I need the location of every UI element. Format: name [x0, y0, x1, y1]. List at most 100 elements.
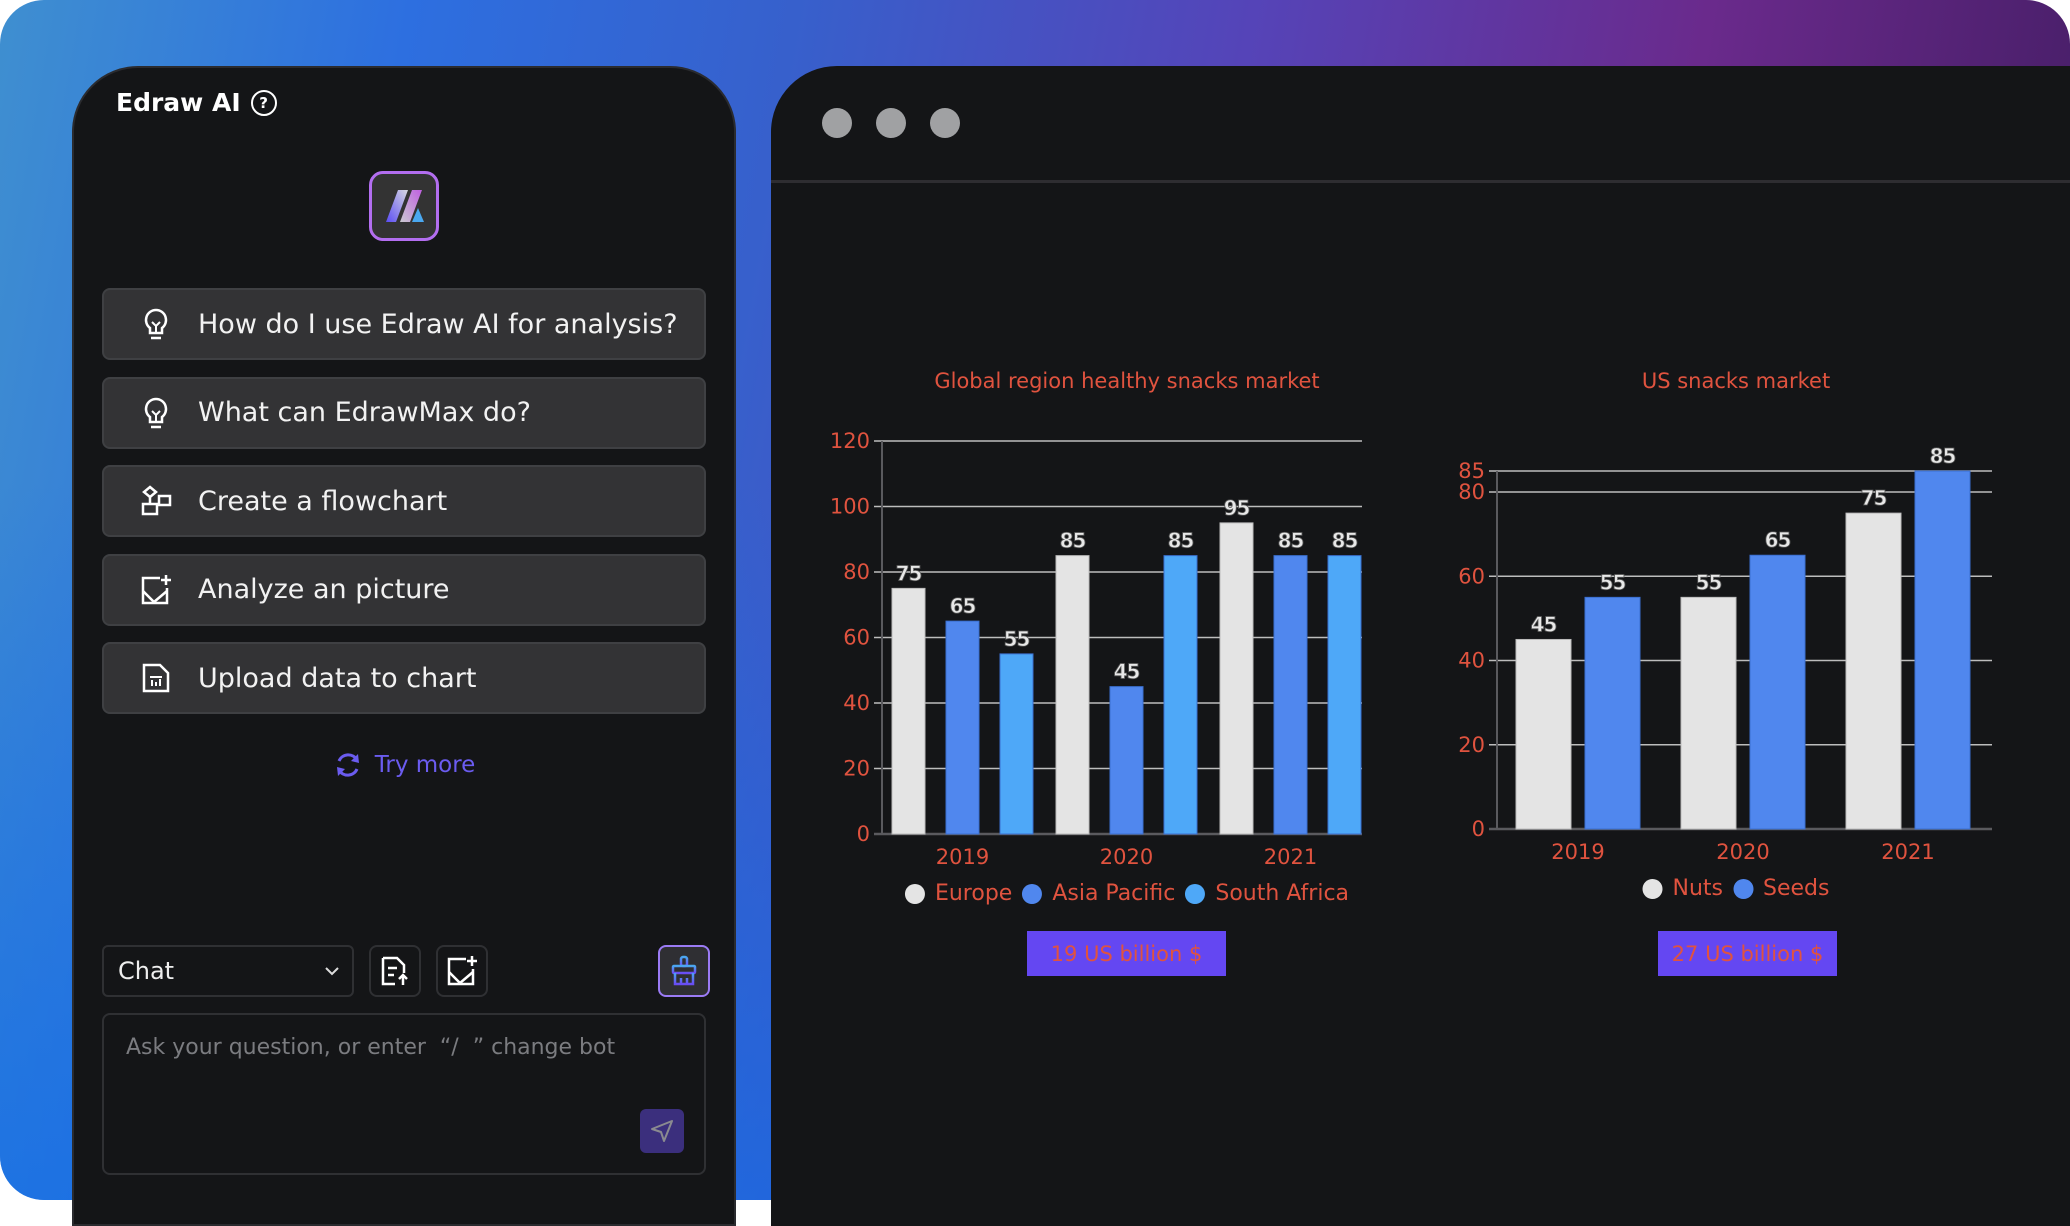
x-tick-label: 2020 [1716, 840, 1769, 864]
bar-south-africa-2020 [1163, 555, 1198, 835]
x-tick-label: 2019 [1551, 840, 1604, 864]
flowchart-icon [136, 481, 176, 521]
legend-swatch [1733, 878, 1754, 899]
bar-south-africa-2021 [1327, 555, 1362, 835]
data-label: 55 [1696, 570, 1722, 594]
y-tick-label: 120 [830, 429, 870, 453]
logo-mark-icon [386, 190, 424, 222]
suggestion-item[interactable]: Create a flowchart [102, 465, 706, 537]
lightbulb-icon [136, 393, 176, 433]
data-label: 85 [1332, 529, 1358, 553]
chevron-down-icon [325, 967, 339, 976]
legend-item[interactable]: Seeds [1733, 876, 1829, 901]
y-tick-label: 80 [1458, 480, 1485, 504]
upload-file-button[interactable] [369, 945, 421, 997]
chart-2-total-badge: 27 US billion $ [1658, 931, 1837, 976]
suggestion-item[interactable]: What can EdrawMax do? [102, 376, 706, 449]
legend-swatch [1022, 883, 1043, 904]
bar-asia-pacific-2021 [1273, 555, 1308, 835]
upload-image-button[interactable] [436, 945, 488, 997]
chart-2-plot: 02040608085455520195565202075852021 [1458, 444, 1992, 864]
legend-swatch [904, 883, 925, 904]
chart-1-title: Global region healthy snacks market [934, 369, 1320, 393]
try-more-button[interactable]: Try more [74, 750, 734, 780]
x-tick-label: 2021 [1264, 845, 1317, 869]
window-dot-2[interactable] [876, 108, 906, 138]
legend-item[interactable]: Asia Pacific [1022, 881, 1175, 906]
refresh-icon [336, 753, 359, 777]
bar-europe-2020 [1055, 555, 1090, 835]
suggestion-item[interactable]: Upload data to chart [102, 642, 706, 714]
legend-swatch [1185, 883, 1206, 904]
y-tick-label: 40 [843, 691, 870, 715]
data-label: 85 [1060, 529, 1086, 553]
data-label: 55 [1600, 570, 1626, 594]
y-tick-label: 40 [1458, 649, 1485, 673]
suggestion-label: What can EdrawMax do? [198, 397, 531, 428]
legend-label: South Africa [1215, 881, 1350, 906]
data-label: 65 [950, 594, 976, 618]
data-label: 95 [1224, 496, 1250, 520]
send-icon [651, 1120, 673, 1142]
y-tick-label: 85 [1458, 459, 1485, 483]
chart-1-total-badge: 19 US billion $ [1027, 931, 1226, 976]
lightbulb-icon [136, 304, 176, 344]
bar-seeds-2021 [1914, 470, 1971, 830]
chart-2-title: US snacks market [1641, 369, 1831, 393]
edraw-ai-panel: Edraw AI ? How do I use Edraw AI for ana… [72, 66, 736, 1226]
bar-nuts-2021 [1845, 512, 1902, 830]
data-label: 45 [1114, 660, 1140, 684]
suggestion-label: Analyze an picture [198, 574, 450, 605]
suggestion-label: Create a flowchart [198, 485, 448, 517]
data-label: 75 [896, 561, 922, 585]
chart-1-plot: 0 20 40 60 80 100 120 75 65 55 2019 85 45 85 2020 95 85 8… [830, 429, 1362, 869]
send-button[interactable] [640, 1109, 684, 1153]
data-label: 65 [1765, 528, 1791, 552]
bar-asia-pacific-2019 [945, 620, 980, 835]
image-add-icon [136, 570, 176, 610]
data-label: 85 [1168, 529, 1194, 553]
titlebar-divider [771, 180, 2070, 183]
x-tick-label: 2019 [936, 845, 989, 869]
legend-item[interactable]: Nuts [1642, 876, 1724, 901]
data-label: 85 [1930, 444, 1956, 468]
data-label: 45 [1531, 612, 1557, 636]
bar-nuts-2019 [1515, 638, 1572, 830]
suggestion-item[interactable]: Analyze an picture [102, 553, 706, 626]
suggestion-item[interactable]: How do I use Edraw AI for analysis? [102, 288, 706, 360]
window-dot-1[interactable] [822, 108, 852, 138]
chart-file-icon [136, 658, 176, 698]
suggestion-label: Upload data to chart [198, 662, 477, 694]
window-dot-3[interactable] [930, 108, 960, 138]
bar-europe-2019 [891, 587, 926, 835]
legend-label: Nuts [1672, 876, 1724, 901]
edraw-ai-logo [369, 171, 439, 241]
bar-seeds-2019 [1584, 596, 1641, 830]
chart-2-legend: Nuts Seeds [1642, 876, 1829, 901]
legend-label: Seeds [1763, 876, 1830, 901]
y-tick-label: 80 [843, 560, 870, 584]
bar-nuts-2020 [1680, 596, 1737, 830]
y-tick-label: 100 [830, 495, 870, 519]
question-input-box [102, 1013, 706, 1175]
y-tick-label: 60 [843, 626, 870, 650]
y-tick-label: 20 [1458, 733, 1485, 757]
question-input[interactable] [104, 1015, 704, 1173]
mode-select-value: Chat [118, 957, 175, 985]
brush-icon [671, 955, 697, 986]
clear-chat-button[interactable] [658, 945, 710, 997]
legend-label: Europe [934, 881, 1013, 906]
y-tick-label: 0 [1472, 817, 1485, 841]
legend-item[interactable]: Europe [904, 881, 1013, 906]
panel-header: Edraw AI ? [116, 88, 277, 117]
mode-select[interactable]: Chat [102, 945, 354, 997]
try-more-label: Try more [374, 752, 476, 778]
chart-window: Global region healthy snacks market 0 20 4… [771, 66, 2070, 1226]
legend-label: Asia Pacific [1052, 881, 1176, 906]
image-add-icon [447, 956, 477, 986]
help-circle-icon[interactable]: ? [250, 89, 277, 116]
y-tick-label: 60 [1458, 564, 1485, 588]
legend-item[interactable]: South Africa [1185, 881, 1349, 906]
bar-seeds-2020 [1749, 554, 1806, 830]
file-upload-icon [381, 956, 408, 986]
